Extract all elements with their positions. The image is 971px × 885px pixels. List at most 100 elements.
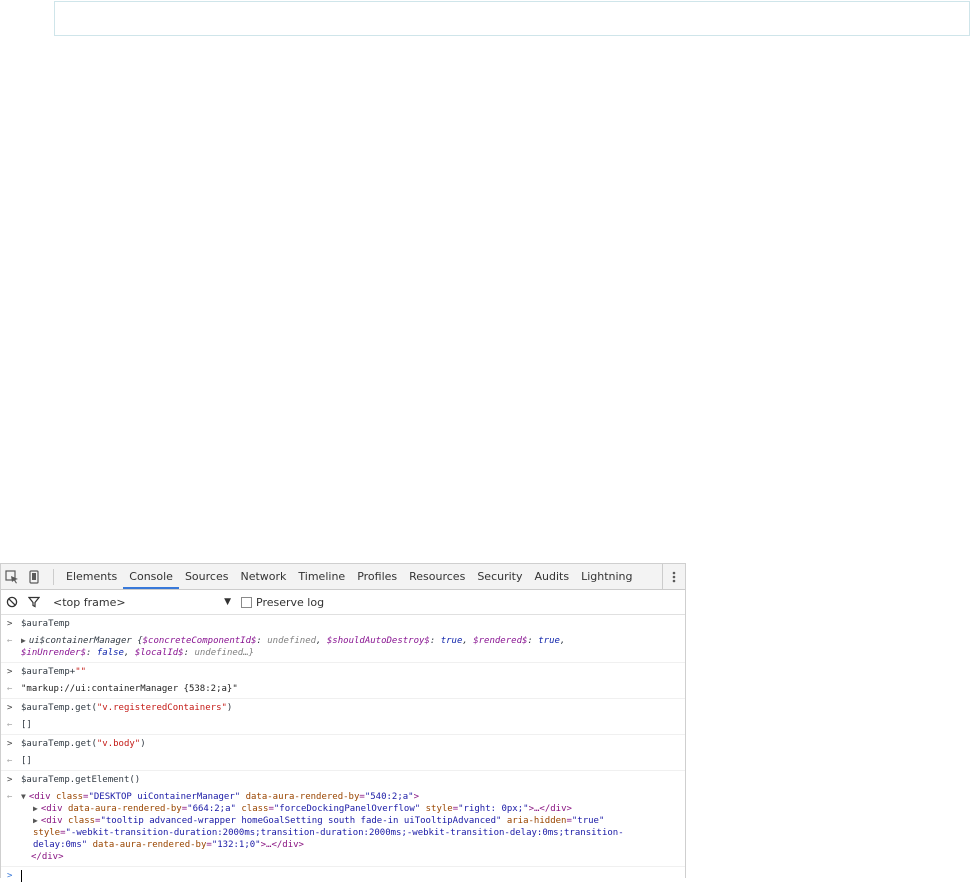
- page-content-box: [54, 1, 970, 36]
- text-caret: [21, 870, 22, 882]
- tab-elements[interactable]: Elements: [60, 564, 123, 589]
- inspect-element-icon[interactable]: [1, 564, 23, 589]
- preserve-log-checkbox[interactable]: [241, 596, 252, 608]
- dom-tag: >…</div>: [528, 804, 572, 814]
- dom-attr: style: [425, 804, 453, 814]
- preserve-log-toggle[interactable]: Preserve log: [241, 596, 324, 609]
- prop-value: undefined…}: [194, 648, 255, 658]
- result-array: []: [21, 756, 32, 766]
- dom-attr-value: "132:1;0": [211, 840, 261, 850]
- dom-attr: data-aura-rendered-by: [67, 804, 182, 814]
- result-arrow-icon: ←: [7, 636, 13, 646]
- prop-value: true: [538, 636, 560, 646]
- command-text: $auraTemp.getElement(): [21, 775, 141, 785]
- frame-selector[interactable]: <top frame> ▼: [53, 596, 231, 609]
- dom-tag: <div: [40, 816, 63, 826]
- dom-node-line-cont: delay:0ms" data-aura-rendered-by="132:1;…: [33, 840, 304, 850]
- dom-attr-value: "tooltip advanced-wrapper homeGoalSettin…: [100, 816, 502, 826]
- dom-attr-value: "DESKTOP uiContainerManager": [88, 792, 241, 802]
- console-output: > $auraTemp ← ▶ ui$containerManager {$con…: [1, 615, 685, 885]
- command-text: ): [140, 739, 146, 749]
- dom-node-line[interactable]: ▶ <div class="tooltip advanced-wrapper ho…: [21, 815, 681, 827]
- dom-attr-value: "right: 0px;": [458, 804, 529, 814]
- command-text: $auraTemp: [21, 619, 70, 629]
- command-string: "v.body": [96, 739, 141, 749]
- tab-lightning[interactable]: Lightning: [575, 564, 638, 589]
- result-arrow-icon: ←: [7, 720, 13, 730]
- input-prompt-icon: >: [7, 619, 13, 629]
- tab-network[interactable]: Network: [234, 564, 292, 589]
- device-mode-icon[interactable]: [23, 564, 45, 589]
- command-text: ): [226, 703, 233, 713]
- dom-attr: data-aura-rendered-by: [92, 840, 207, 850]
- object-name[interactable]: ui$containerManager: [29, 636, 132, 646]
- filter-icon[interactable]: [23, 590, 45, 615]
- console-input-line: > $auraTemp: [1, 615, 685, 632]
- input-prompt-icon: >: [7, 667, 13, 677]
- dom-tag: <div: [40, 804, 63, 814]
- prop-name: $localId$: [134, 648, 184, 658]
- console-result: ← ▶ ui$containerManager {$concreteCompone…: [1, 632, 685, 663]
- frame-selector-value: <top frame>: [53, 595, 126, 609]
- dom-attr: aria-hidden: [506, 816, 567, 826]
- console-input-line: > $auraTemp.get("v.body"): [1, 735, 685, 752]
- prop-value: undefined: [267, 636, 317, 646]
- input-prompt-icon: >: [7, 739, 13, 749]
- dom-attr-value: "540:2;a": [364, 792, 414, 802]
- expand-triangle-icon[interactable]: ▶: [33, 804, 38, 813]
- tab-profiles[interactable]: Profiles: [351, 564, 403, 589]
- tab-security[interactable]: Security: [471, 564, 528, 589]
- collapse-triangle-icon[interactable]: ▼: [21, 792, 26, 801]
- command-text: $auraTemp+: [21, 667, 76, 677]
- dom-attr: class: [55, 792, 84, 802]
- dom-attr-value: "true": [571, 816, 605, 826]
- dom-tag: >…</div>: [260, 840, 304, 850]
- dom-attr-value: "forceDockingPanelOverflow": [273, 804, 421, 814]
- prop-name: $inUnrender$: [21, 648, 87, 658]
- dropdown-arrow-icon: ▼: [224, 597, 231, 607]
- dom-close-line: </div>: [21, 851, 681, 863]
- console-filterbar: <top frame> ▼ Preserve log: [1, 590, 685, 615]
- input-prompt-icon: >: [7, 775, 13, 785]
- clear-console-icon[interactable]: [1, 590, 23, 615]
- prop-name: $concreteComponentId$: [142, 636, 257, 646]
- expand-triangle-icon[interactable]: ▶: [33, 816, 38, 825]
- dom-attr: class: [241, 804, 269, 814]
- prop-name: $shouldAutoDestroy$: [326, 636, 430, 646]
- result-array: []: [21, 720, 32, 730]
- prop-name: $rendered$: [473, 636, 528, 646]
- tab-timeline[interactable]: Timeline: [292, 564, 351, 589]
- command-text: $auraTemp.get(: [21, 739, 97, 749]
- dom-attr: data-aura-rendered-by: [245, 792, 360, 802]
- devtools-tabbar: Elements Console Sources Network Timelin…: [1, 564, 685, 590]
- console-result-dom: ← ▼ <div class="DESKTOP uiContainerManage…: [1, 788, 685, 867]
- console-result: ← []: [1, 716, 685, 735]
- dom-attr-value: "664:2;a": [187, 804, 236, 814]
- command-string: "": [75, 667, 87, 677]
- console-input-line: > $auraTemp.get("v.registeredContainers"…: [1, 699, 685, 716]
- command-text: $auraTemp.get(: [21, 703, 97, 713]
- console-input-line: > $auraTemp+"": [1, 663, 685, 680]
- preserve-log-label: Preserve log: [256, 595, 325, 609]
- expand-triangle-icon[interactable]: ▶: [21, 636, 26, 645]
- tab-sources[interactable]: Sources: [179, 564, 235, 589]
- dom-tag: </div>: [31, 852, 64, 862]
- result-arrow-icon: ←: [7, 756, 13, 766]
- input-prompt-icon: >: [7, 703, 13, 713]
- result-arrow-icon: ←: [7, 684, 13, 694]
- dom-attr: class: [67, 816, 96, 826]
- dom-tag: <div: [28, 792, 51, 802]
- dom-attr-value: "-webkit-transition-duration:2000ms;tran…: [65, 828, 624, 838]
- more-options-icon[interactable]: [662, 564, 685, 589]
- tab-audits[interactable]: Audits: [528, 564, 575, 589]
- tab-console[interactable]: Console: [123, 564, 179, 589]
- dom-node-line[interactable]: ▼ <div class="DESKTOP uiContainerManager"…: [21, 791, 681, 803]
- console-result: ← []: [1, 752, 685, 771]
- tab-resources[interactable]: Resources: [403, 564, 471, 589]
- console-prompt-input[interactable]: >: [1, 867, 685, 885]
- result-string: "markup://ui:containerManager {538:2;a}": [21, 684, 238, 694]
- result-arrow-icon: ←: [7, 792, 13, 802]
- toolbar-divider: [53, 568, 54, 585]
- input-prompt-icon: >: [7, 871, 13, 881]
- dom-node-line[interactable]: ▶ <div data-aura-rendered-by="664:2;a" cl…: [21, 803, 681, 815]
